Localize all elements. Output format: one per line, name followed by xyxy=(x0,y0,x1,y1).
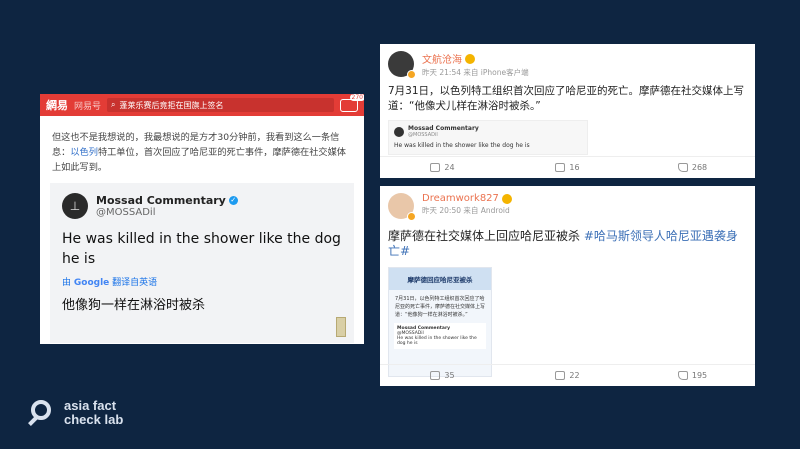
avatar[interactable] xyxy=(388,193,416,221)
post-actions: 35 22 195 xyxy=(380,364,755,386)
repost-icon xyxy=(430,163,441,172)
message-icon[interactable]: 270 xyxy=(340,94,364,112)
search-icon: ⌕ xyxy=(111,100,116,109)
search-text: 蓬莱乐赛后竟拒在国旗上签名 xyxy=(119,100,224,110)
tweet-name: Mossad Commentary ✓ xyxy=(96,194,238,207)
comment-button[interactable]: 22 xyxy=(505,371,630,380)
medal-icon xyxy=(501,193,512,204)
like-button[interactable]: 268 xyxy=(630,163,755,172)
embedded-tweet: ⊥ Mossad Commentary ✓ @MOSSADil He was ki… xyxy=(50,183,354,343)
weibo-post-2: Dreamwork827 昨天 20:50 来自 Android 摩萨德在社交媒… xyxy=(380,186,755,386)
repost-button[interactable]: 35 xyxy=(380,371,505,380)
like-button[interactable]: 195 xyxy=(630,371,755,380)
repost-image[interactable]: Mossad Commentary @MOSSADil He was killed… xyxy=(388,120,588,155)
brand-line-1: asia fact xyxy=(64,398,117,413)
like-icon xyxy=(677,371,688,380)
comment-icon xyxy=(555,163,566,172)
image-text: 7月31日，以色列特工组织首次回应了哈尼亚的死亡事件，摩萨德在社交媒体上写道：“… xyxy=(395,296,486,318)
comment-button[interactable]: 16 xyxy=(505,163,630,172)
translate-line[interactable]: 由 Google 翻译自英语 xyxy=(62,275,342,288)
like-icon xyxy=(677,163,688,172)
netease-logo: 網易 xyxy=(46,99,68,112)
image-tweet: Mossad Commentary @MOSSADil He was kille… xyxy=(394,323,486,349)
message-badge: 270 xyxy=(349,94,364,101)
netease-section[interactable]: 网易号 xyxy=(74,99,101,112)
image-title: 摩萨德回应哈尼亚被杀 xyxy=(389,268,491,290)
post-text: 7月31日，以色列特工组织首次回应了哈尼亚的死亡。摩萨德在社交媒体上写道：“他像… xyxy=(388,85,745,112)
repost-button[interactable]: 24 xyxy=(380,163,505,172)
netease-topbar: 網易 网易号 ⌕ 蓬莱乐赛后竟拒在国旗上签名 270 xyxy=(40,94,364,116)
username[interactable]: 文航沧海 xyxy=(422,51,462,66)
netease-screenshot: 網易 网易号 ⌕ 蓬莱乐赛后竟拒在国旗上签名 270 但这也不是我想说的，我最想… xyxy=(40,94,364,344)
afcl-logo: asia fact check lab xyxy=(28,398,123,428)
bookmark-icon xyxy=(336,317,346,337)
search-bar[interactable]: ⌕ 蓬莱乐赛后竟拒在国旗上签名 xyxy=(107,98,334,112)
medal-icon xyxy=(465,53,475,64)
magnifier-icon xyxy=(28,398,58,428)
article-text: 但这也不是我想说的，我最想说的是方才30分钟前，我看到这么一条信息：以色列特工单… xyxy=(40,116,364,175)
weibo-post-1: 文航沧海 昨天 21:54 来自 iPhone客户端 7月31日，以色列特工组织… xyxy=(380,44,755,178)
comment-icon xyxy=(555,371,566,380)
post-meta: 昨天 21:54 来自 iPhone客户端 xyxy=(422,68,529,77)
post-text: 摩萨德在社交媒体上回应哈尼亚被杀 #哈马斯领导人哈尼亚遇袭身亡# xyxy=(388,229,738,258)
repost-icon xyxy=(430,371,441,380)
post-meta: 昨天 20:50 来自 Android xyxy=(422,206,510,215)
post-image[interactable]: 摩萨德回应哈尼亚被杀 7月31日，以色列特工组织首次回应了哈尼亚的死亡事件，摩萨… xyxy=(388,267,492,377)
tweet-avatar: ⊥ xyxy=(62,193,88,219)
tweet-handle: @MOSSADil xyxy=(96,207,156,218)
tweet-text: He was killed in the shower like the dog… xyxy=(62,231,341,267)
brand-line-2: check lab xyxy=(64,412,124,427)
avatar[interactable] xyxy=(388,51,416,79)
tweet-translation: 他像狗一样在淋浴时被杀 xyxy=(62,298,206,313)
post-actions: 24 16 268 xyxy=(380,156,755,178)
article-link[interactable]: 以色列 xyxy=(70,147,98,158)
verified-icon: ✓ xyxy=(228,196,238,205)
username[interactable]: Dreamwork827 xyxy=(422,193,499,204)
